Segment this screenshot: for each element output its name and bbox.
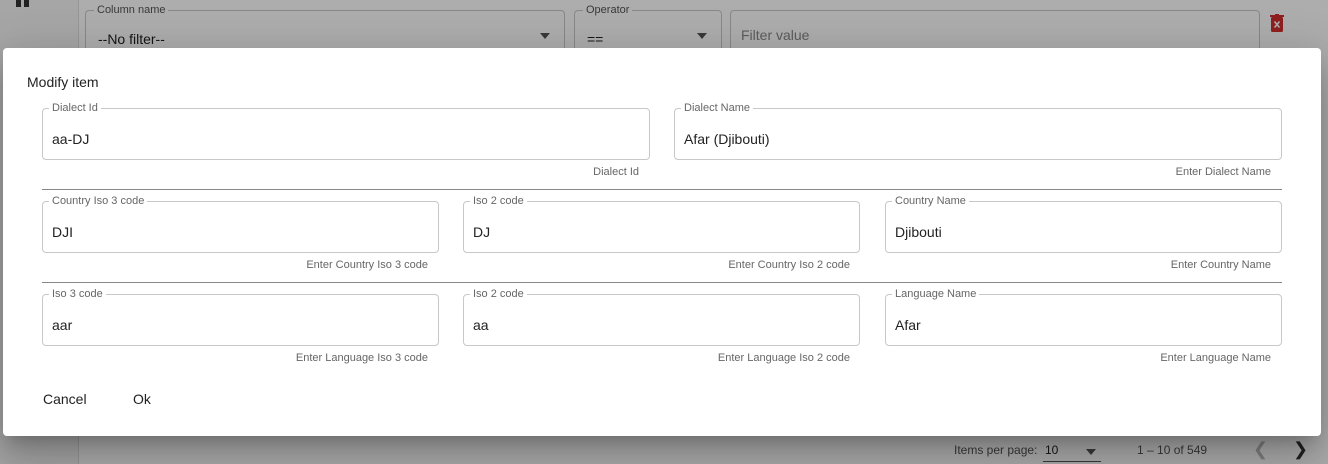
dialect-id-hint: Dialect Id [593, 166, 639, 178]
country-name-hint: Enter Country Name [1170, 259, 1271, 271]
language-iso3-label: Iso 3 code [49, 288, 106, 301]
language-name-value: Afar [895, 317, 921, 333]
dialect-name-value: Afar (Djibouti) [684, 131, 770, 147]
country-iso3-label: Country Iso 3 code [49, 195, 148, 208]
country-iso2-label: Iso 2 code [470, 195, 527, 208]
dialog-title: Modify item [27, 74, 99, 90]
language-iso3-field[interactable]: Iso 3 code aar [42, 288, 439, 346]
dialect-name-field[interactable]: Dialect Name Afar (Djibouti) [674, 102, 1282, 160]
dialect-id-value: aa-DJ [52, 131, 90, 147]
section-divider [42, 282, 1282, 283]
ok-button[interactable]: Ok [123, 385, 161, 413]
country-iso3-hint: Enter Country Iso 3 code [306, 259, 428, 271]
dialect-id-field[interactable]: Dialect Id aa-DJ [42, 102, 650, 160]
language-name-field[interactable]: Language Name Afar [885, 288, 1282, 346]
country-iso2-value: DJ [473, 224, 491, 240]
section-divider [42, 189, 1282, 190]
language-iso2-field[interactable]: Iso 2 code aa [463, 288, 860, 346]
dialect-id-label: Dialect Id [49, 102, 101, 115]
country-iso3-field[interactable]: Country Iso 3 code DJI [42, 195, 439, 253]
cancel-button[interactable]: Cancel [33, 385, 97, 413]
dialect-name-hint: Enter Dialect Name [1175, 166, 1271, 178]
country-name-label: Country Name [892, 195, 969, 208]
language-iso2-value: aa [473, 317, 489, 333]
dialect-name-label: Dialect Name [681, 102, 754, 115]
country-iso3-value: DJI [52, 224, 73, 240]
language-iso3-value: aar [52, 317, 73, 333]
language-iso2-label: Iso 2 code [470, 288, 527, 301]
modify-item-dialog: Modify item Dialect Id aa-DJ Dialect Id … [3, 48, 1321, 436]
language-name-hint: Enter Language Name [1160, 352, 1271, 364]
language-iso2-hint: Enter Language Iso 2 code [717, 352, 850, 364]
country-name-field[interactable]: Country Name Djibouti [885, 195, 1282, 253]
language-name-label: Language Name [892, 288, 980, 301]
language-iso3-hint: Enter Language Iso 3 code [295, 352, 428, 364]
country-iso2-field[interactable]: Iso 2 code DJ [463, 195, 860, 253]
country-iso2-hint: Enter Country Iso 2 code [728, 259, 850, 271]
country-name-value: Djibouti [895, 224, 942, 240]
